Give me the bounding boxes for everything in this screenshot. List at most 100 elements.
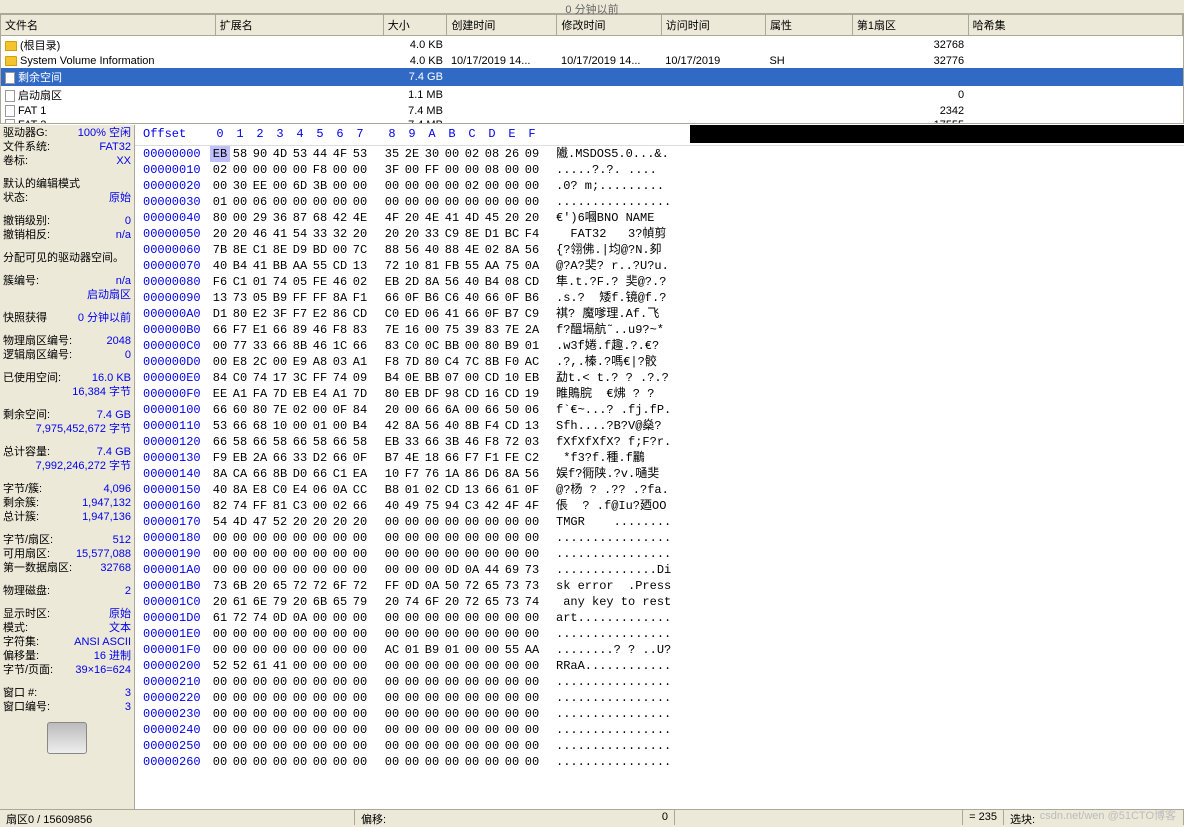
hex-row[interactable]: 00000150408AE8C0E4060ACCB80102CD1366610F… (135, 482, 1184, 498)
hex-row[interactable]: 0000021000000000000000000000000000000000… (135, 674, 1184, 690)
info-row: 撤销级别:0 (3, 215, 131, 228)
hex-row[interactable]: 000001006660807E02000F842000666A00665006… (135, 402, 1184, 418)
col-8[interactable]: 哈希集 (968, 15, 1182, 36)
hex-row[interactable]: 0000003001000600000000000000000000000000… (135, 194, 1184, 210)
info-row: 物理磁盘:2 (3, 585, 131, 598)
file-icon (5, 90, 15, 102)
table-row[interactable]: (根目录)4.0 KB32768 (1, 36, 1183, 55)
table-row[interactable]: System Volume Information4.0 KB10/17/201… (1, 54, 1183, 68)
col-5[interactable]: 访问时间 (661, 15, 765, 36)
info-row: 卷标:XX (3, 155, 131, 168)
hex-row[interactable]: 000001E000000000000000000000000000000000… (135, 626, 1184, 642)
file-icon (5, 72, 15, 84)
info-row: 16,384 字节 (3, 386, 131, 399)
status-offset: 偏移: 0 (355, 810, 675, 825)
info-row: 偏移量:16 进制 (3, 650, 131, 663)
hex-row[interactable]: 000001608274FF81C300026640497594C3424F4F… (135, 498, 1184, 514)
table-row[interactable]: FAT 17.4 MB2342 (1, 104, 1183, 118)
info-row: 剩余空间:7.4 GB (3, 409, 131, 422)
folder-icon (5, 56, 17, 66)
col-1[interactable]: 扩展名 (215, 15, 383, 36)
hex-row[interactable]: 00000090137305B9FFFF8AF1660FB6C640660FB6… (135, 290, 1184, 306)
hex-row[interactable]: 000000E084C074173CFF7409B40EBB0700CD10EB… (135, 370, 1184, 386)
hex-row[interactable]: 000000C0007733668B461C6683C00CBB0080B901… (135, 338, 1184, 354)
info-row: 撤销相反:n/a (3, 229, 131, 242)
hex-row[interactable]: 000000502020464154333220202033C98ED1BCF4… (135, 226, 1184, 242)
black-strip (690, 125, 1184, 143)
info-row: 默认的编辑模式 (3, 178, 131, 191)
status-bar: 扇区0 / 15609856 偏移: 0 = 235 选块: (0, 809, 1184, 825)
info-row: 启动扇区 (3, 289, 131, 302)
info-row: 可用扇区:15,577,088 (3, 548, 131, 561)
hex-row[interactable]: 00000080F6C1017405FE4602EB2D8A5640B408CD… (135, 274, 1184, 290)
info-row: 字节/簇:4,096 (3, 483, 131, 496)
offset-header-label: Offset (135, 127, 210, 143)
table-row[interactable]: 剩余空间7.4 GB (1, 68, 1183, 86)
hex-row[interactable]: 0000023000000000000000000000000000000000… (135, 706, 1184, 722)
hex-body[interactable]: 00000000EB58904D53444F53352E300002082609… (135, 146, 1184, 809)
info-sidebar: 驱动器G:100% 空闲文件系统:FAT32卷标:XX 默认的编辑模式状态:原始撤… (0, 125, 135, 809)
hex-row[interactable]: 0000020052526141000000000000000000000000… (135, 658, 1184, 674)
hex-row[interactable]: 0000018000000000000000000000000000000000… (135, 530, 1184, 546)
info-row: 分配可见的驱动器空间。 (3, 252, 131, 265)
info-row: 第一数据扇区:32768 (3, 562, 131, 575)
hex-row[interactable]: 00000000EB58904D53444F53352E300002082609… (135, 146, 1184, 162)
hex-row[interactable]: 0000025000000000000000000000000000000000… (135, 738, 1184, 754)
folder-icon (5, 41, 17, 51)
status-sector: 扇区0 / 15609856 (0, 810, 355, 825)
hex-row[interactable]: 00000170544D4752202020200000000000000000… (135, 514, 1184, 530)
file-icon (5, 105, 15, 117)
info-row: 逻辑扇区编号:0 (3, 349, 131, 362)
info-row: 文件系统:FAT32 (3, 141, 131, 154)
hex-row[interactable]: 0000026000000000000000000000000000000000… (135, 754, 1184, 770)
info-row: 窗口 #:3 (3, 687, 131, 700)
hex-row[interactable]: 000000100200000000F800003F00FF0000080000… (135, 162, 1184, 178)
hex-row[interactable]: 000001B0736B206572726F72FF0D0A5072657373… (135, 578, 1184, 594)
hex-row[interactable]: 000000200030EE006D3B00000000000002000000… (135, 178, 1184, 194)
hex-row[interactable]: 000000607B8EC18ED9BD007C885640884E028A56… (135, 242, 1184, 258)
info-row: 模式:文本 (3, 622, 131, 635)
hex-row[interactable]: 0000007040B441BBAA55CD13721081FB55AA750A… (135, 258, 1184, 274)
file-table: 文件名扩展名大小创建时间修改时间访问时间属性第1扇区哈希集 (根目录)4.0 K… (1, 15, 1183, 124)
status-eq: = 235 (963, 810, 1004, 825)
top-status: 0 分钟以前 (0, 0, 1184, 14)
hex-row[interactable]: 000001F00000000000000000AC01B901000055AA… (135, 642, 1184, 658)
hex-row[interactable]: 0000024000000000000000000000000000000000… (135, 722, 1184, 738)
hex-row[interactable]: 000000B066F7E1668946F8837E16007539837E2A… (135, 322, 1184, 338)
col-0[interactable]: 文件名 (1, 15, 215, 36)
hex-row[interactable]: 000001A000000000000000000000000D0A446973… (135, 562, 1184, 578)
info-row: 7,975,452,672 字节 (3, 423, 131, 436)
info-row: 字节/页面:39×16=624 (3, 664, 131, 677)
info-row: 物理扇区编号:2048 (3, 335, 131, 348)
col-7[interactable]: 第1扇区 (852, 15, 968, 36)
hex-row[interactable]: 000001206658665866586658EB33663B46F87203… (135, 434, 1184, 450)
info-row: 显示时区:原始 (3, 608, 131, 621)
hex-row[interactable]: 000001408ACA668BD066C1EA10F7761A86D68A56… (135, 466, 1184, 482)
watermark: csdn.net/wen @51CTO博客 (1040, 807, 1176, 823)
hex-row[interactable]: 000000D000E82C00E9A803A1F87D80C47C8BF0AC… (135, 354, 1184, 370)
info-row: 总计容量:7.4 GB (3, 446, 131, 459)
hex-row[interactable]: 000000A0D180E23FF7E286CDC0ED0641660FB7C9… (135, 306, 1184, 322)
info-row: 7,992,246,272 字节 (3, 460, 131, 473)
col-2[interactable]: 大小 (383, 15, 447, 36)
hex-row[interactable]: 000000F0EEA1FA7DEBE4A17D80EBDF98CD16CD19… (135, 386, 1184, 402)
hex-row[interactable]: 0000022000000000000000000000000000000000… (135, 690, 1184, 706)
hex-row[interactable]: 0000011053666810000100B4428A56408BF4CD13… (135, 418, 1184, 434)
info-row: 字符集:ANSI ASCII (3, 636, 131, 649)
hex-row[interactable]: 00000130F9EB2A6633D2660FB74E1866F7F1FEC2… (135, 450, 1184, 466)
hex-row[interactable]: 00000040800029368768424E4F204E414D452020… (135, 210, 1184, 226)
hex-pane[interactable]: Offset 0123456789ABCDEF ⟋ 🔍 〰 00000000EB… (135, 125, 1184, 809)
col-4[interactable]: 修改时间 (557, 15, 661, 36)
col-6[interactable]: 属性 (765, 15, 852, 36)
table-row[interactable]: 启动扇区1.1 MB0 (1, 86, 1183, 104)
info-row: 窗口编号:3 (3, 701, 131, 714)
file-list[interactable]: 文件名扩展名大小创建时间修改时间访问时间属性第1扇区哈希集 (根目录)4.0 K… (0, 14, 1184, 124)
info-row: 驱动器G:100% 空闲 (3, 127, 131, 140)
hex-row[interactable]: 000001D06172740D0A0000000000000000000000… (135, 610, 1184, 626)
info-row: 字节/扇区:512 (3, 534, 131, 547)
hex-row[interactable]: 0000019000000000000000000000000000000000… (135, 546, 1184, 562)
hex-row[interactable]: 000001C020616E79206B657920746F2072657374… (135, 594, 1184, 610)
info-row: 状态:原始 (3, 192, 131, 205)
info-row: 簇编号:n/a (3, 275, 131, 288)
col-3[interactable]: 创建时间 (447, 15, 557, 36)
